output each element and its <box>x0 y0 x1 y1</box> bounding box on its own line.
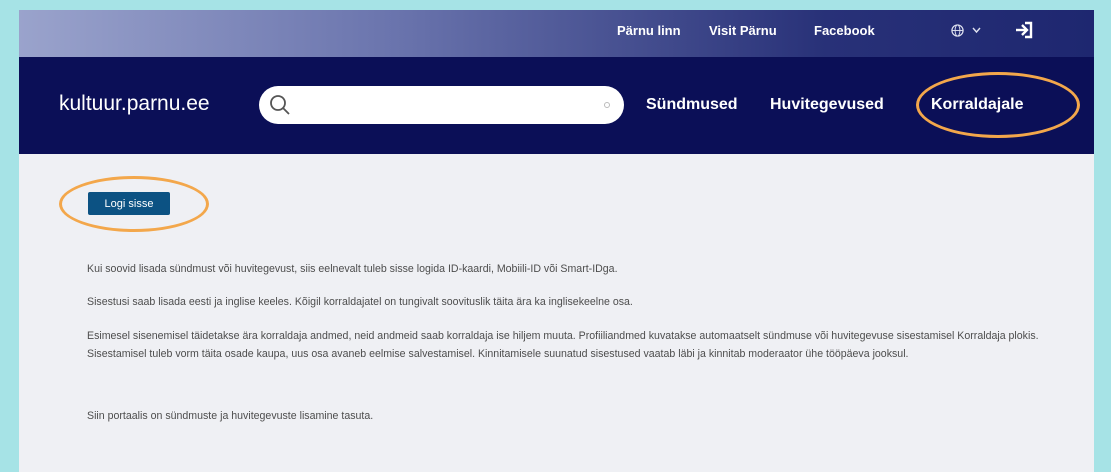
link-facebook[interactable]: Facebook <box>814 23 875 38</box>
nav-korraldajale[interactable]: Korraldajale <box>931 96 1023 114</box>
search-icon <box>270 95 290 115</box>
info-paragraph: Siin portaalis on sündmuste ja huvitegev… <box>87 410 374 422</box>
info-paragraph: Kui soovid lisada sündmust või huvitegev… <box>87 263 618 275</box>
main-navbar: kultuur.parnu.ee Sündmused Huvitegevused… <box>19 57 1094 154</box>
nav-huvitegevused[interactable]: Huvitegevused <box>770 96 884 114</box>
globe-icon <box>951 24 964 37</box>
site-logo[interactable]: kultuur.parnu.ee <box>59 92 210 116</box>
chevron-down-icon <box>972 27 981 34</box>
sign-in-icon[interactable] <box>1014 20 1034 40</box>
top-bar: Pärnu linn Visit Pärnu Facebook <box>19 10 1094 57</box>
link-visit-parnu[interactable]: Visit Pärnu <box>709 23 777 38</box>
search-input[interactable] <box>301 92 591 118</box>
link-parnu-linn[interactable]: Pärnu linn <box>617 23 681 38</box>
nav-sundmused[interactable]: Sündmused <box>646 96 738 114</box>
login-button[interactable]: Logi sisse <box>88 192 170 215</box>
language-selector[interactable] <box>951 23 981 38</box>
browser-frame: Pärnu linn Visit Pärnu Facebook kultuur.… <box>19 10 1094 472</box>
info-paragraph: Sisestusi saab lisada eesti ja inglise k… <box>87 296 633 308</box>
search-clear-icon[interactable] <box>604 102 610 108</box>
search-box[interactable] <box>259 86 624 124</box>
info-paragraph: Esimesel sisenemisel täidetakse ära korr… <box>87 330 1039 360</box>
